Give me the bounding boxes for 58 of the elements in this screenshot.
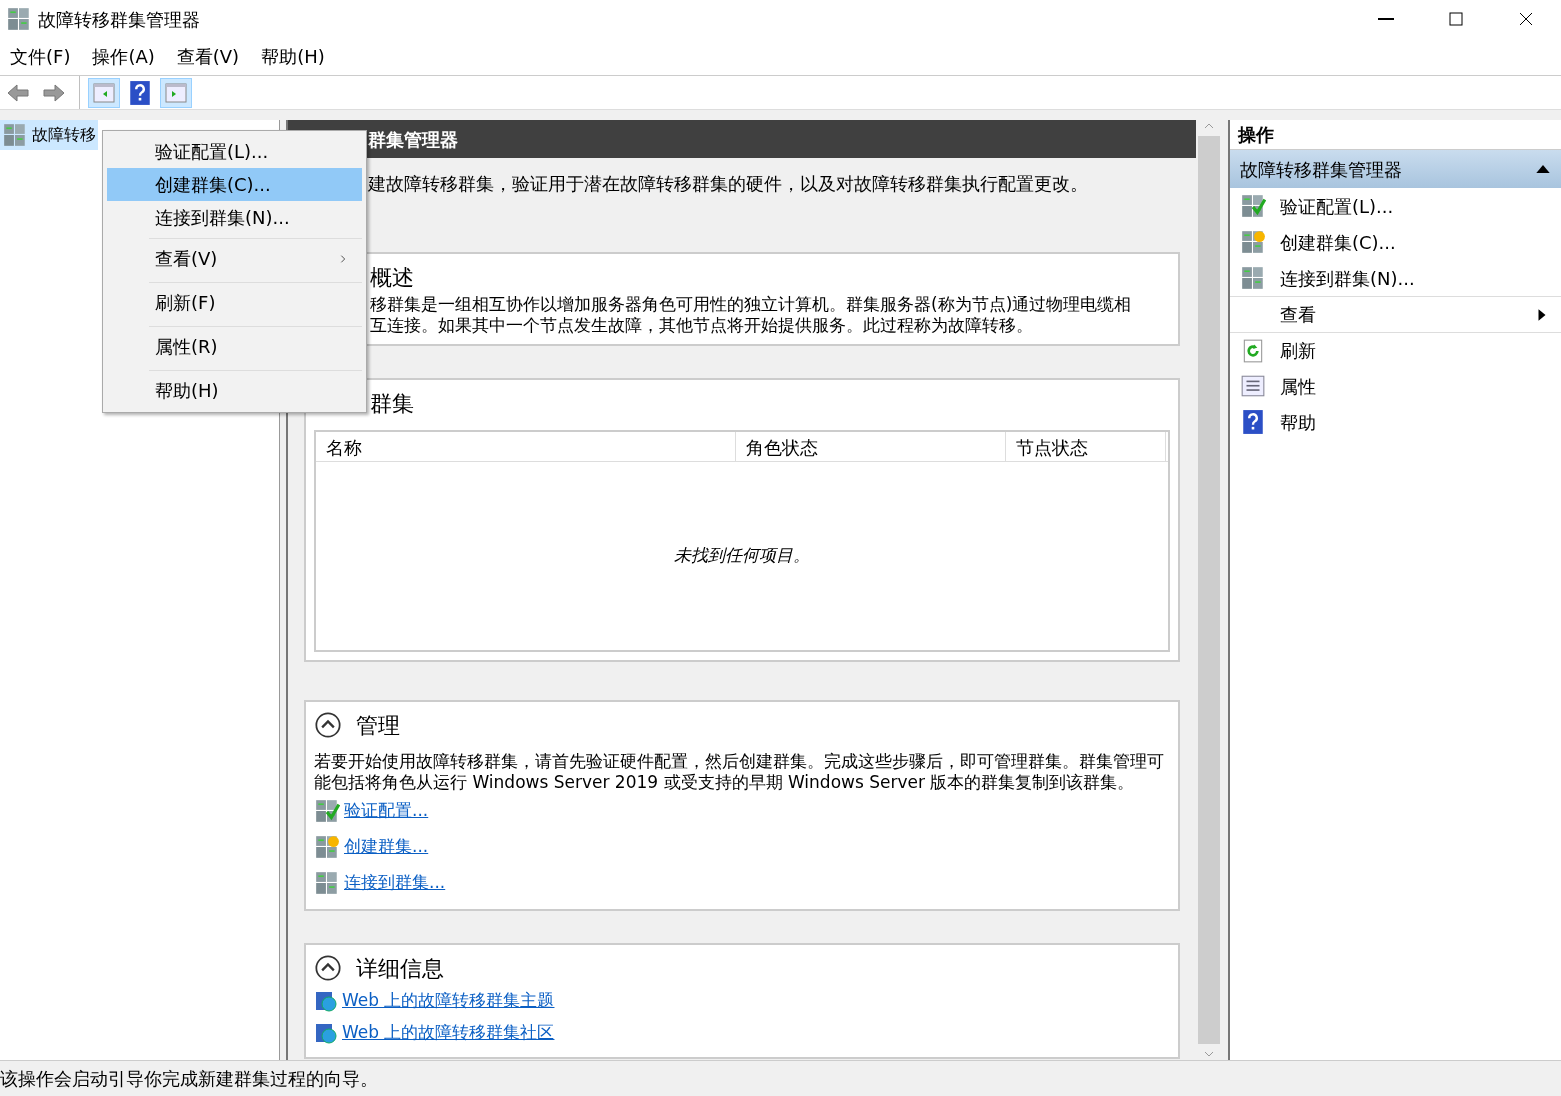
globe-icon (314, 989, 338, 1013)
action-item[interactable]: 查看 (1230, 296, 1561, 332)
server-star-icon (314, 834, 340, 860)
menu-item[interactable]: 文件(F) (0, 43, 83, 70)
menu-item[interactable]: 帮助(H) (251, 43, 337, 70)
server-star-icon (1240, 229, 1266, 255)
section-title: 管理 (356, 711, 400, 740)
action-item[interactable]: 刷新 (1230, 332, 1561, 368)
submenu-chevron-icon (338, 253, 348, 264)
help-icon (1240, 409, 1266, 435)
pane-icon (163, 80, 189, 105)
section-title: 群集 (370, 389, 414, 418)
status-text: 该操作会启动引导你完成新建群集过程的向导。 (0, 1067, 378, 1091)
minimize-icon (1378, 18, 1394, 20)
column-header[interactable]: 名称 (316, 432, 736, 461)
column-header[interactable]: 节点状态 (1006, 432, 1166, 461)
properties-icon (1240, 373, 1266, 399)
action-item[interactable]: 验证配置(L)... (1230, 188, 1561, 224)
window-title: 故障转移群集管理器 (38, 7, 200, 32)
link[interactable]: Web 上的故障转移群集社区 (342, 1020, 555, 1046)
column-header[interactable]: 角色状态 (736, 432, 1006, 461)
menu-item[interactable]: 属性(R) (149, 326, 362, 366)
server-check-icon (1240, 193, 1266, 219)
menu-item[interactable]: 连接到群集(N)... (107, 201, 362, 234)
menu-item[interactable]: 查看(V) (149, 238, 362, 278)
server-check-icon (314, 798, 340, 824)
pane-icon (91, 80, 117, 105)
manage-text: 若要开始使用故障转移群集，请首先验证硬件配置，然后创建群集。完成这些步骤后，即可管理群集。群集管理可能包括将角色从运行 Windows Server 2019 或受支持的早期 Windows Server 版本的群集复制到该群集。 (314, 751, 1165, 793)
server-stack-icon (6, 6, 32, 32)
section-title: 概述 (370, 263, 414, 292)
tree-item[interactable]: 故障转移 (0, 120, 98, 150)
description-text: 建故障转移群集，验证用于潜在故障转移群集的硬件，以及对故障转移群集执行配置更改。 (368, 173, 1088, 194)
pane-header: 群集管理器 (288, 120, 1196, 158)
action-item[interactable]: 帮助 (1230, 404, 1561, 440)
server-stack-icon (2, 122, 28, 148)
pane-title: 操作 (1238, 123, 1274, 147)
menu-item[interactable]: 帮助(H) (149, 370, 362, 410)
server-stack-icon (314, 870, 340, 896)
action-item[interactable]: 属性 (1230, 368, 1561, 404)
close-icon (1518, 11, 1534, 27)
menu-item[interactable]: 操作(A) (82, 43, 167, 70)
menu-item[interactable]: 查看(V) (166, 43, 252, 70)
link[interactable]: 验证配置... (344, 798, 429, 824)
link[interactable]: 创建群集... (344, 834, 429, 860)
section-title: 详细信息 (356, 954, 444, 983)
maximize-icon (1448, 11, 1464, 27)
menu-item[interactable]: 创建群集(C)... (107, 168, 362, 201)
empty-message: 未找到任何项目。 (674, 544, 810, 568)
action-item[interactable]: 连接到群集(N)... (1230, 260, 1561, 296)
server-stack-icon (1240, 265, 1266, 291)
menu-item[interactable]: 刷新(F) (149, 282, 362, 322)
help-icon (127, 79, 153, 106)
link[interactable]: 连接到群集... (344, 870, 446, 896)
link[interactable]: Web 上的故障转移群集主题 (342, 988, 555, 1014)
action-group-header[interactable]: 故障转移群集管理器 (1230, 150, 1561, 188)
globe-icon (314, 1021, 338, 1045)
action-item[interactable]: 创建群集(C)... (1230, 224, 1561, 260)
overview-text: 移群集是一组相互协作以增加服务器角色可用性的独立计算机。群集服务器(称为节点)通过物理电缆相互连接。如果其中一个节点发生故障，其他节点将开始提供服务。此过程称为故障转移。 (369, 294, 1133, 336)
